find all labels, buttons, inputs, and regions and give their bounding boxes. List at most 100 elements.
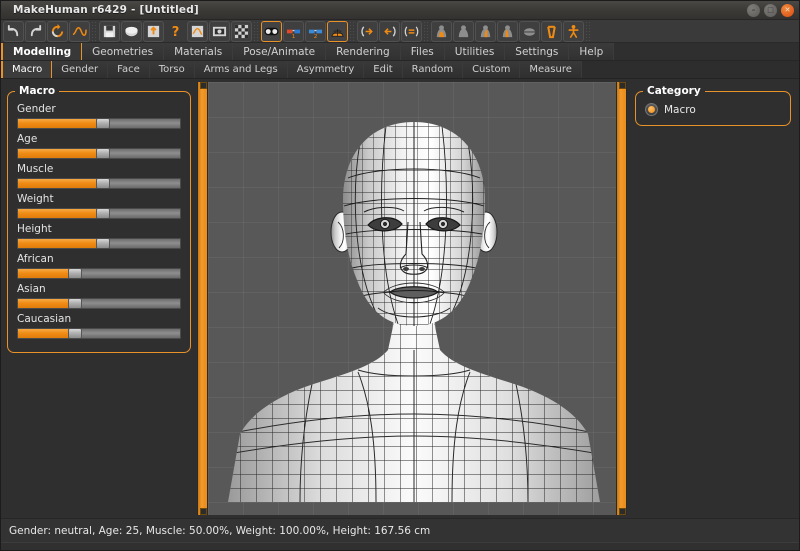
right-splitter-handle-bottom-icon[interactable] <box>619 508 626 515</box>
slider-row-age: Age <box>17 133 181 159</box>
svg-text:1: 1 <box>292 34 296 39</box>
slider-handle[interactable] <box>68 328 82 339</box>
view-back-head-icon[interactable] <box>453 21 474 42</box>
slider-handle[interactable] <box>96 238 110 249</box>
subtab-gender[interactable]: Gender <box>52 61 108 78</box>
texture-icon[interactable] <box>231 21 252 42</box>
subtab-asymmetry[interactable]: Asymmetry <box>288 61 365 78</box>
tab-modelling[interactable]: Modelling <box>1 43 82 60</box>
slider-gender[interactable] <box>17 118 181 129</box>
subtab-random[interactable]: Random <box>403 61 463 78</box>
slider-row-asian: Asian <box>17 283 181 309</box>
slider-handle[interactable] <box>68 268 82 279</box>
mesh-head <box>328 112 508 342</box>
subtab-custom[interactable]: Custom <box>463 61 520 78</box>
subtab-face[interactable]: Face <box>108 61 150 78</box>
slider-african[interactable] <box>17 268 181 279</box>
view-top-icon[interactable] <box>519 21 540 42</box>
slider-fill <box>18 209 99 218</box>
category-option-macro[interactable]: Macro <box>645 103 781 116</box>
toolbar-separator <box>585 21 592 42</box>
slider-age[interactable] <box>17 148 181 159</box>
right-splitter[interactable] <box>616 82 627 515</box>
view-body-icon[interactable] <box>563 21 584 42</box>
right-splitter-handle-top-icon[interactable] <box>619 82 626 89</box>
tab-help[interactable]: Help <box>569 43 614 60</box>
view-front-face-icon[interactable] <box>431 21 452 42</box>
toolbar-separator <box>91 21 98 42</box>
tab-files[interactable]: Files <box>401 43 445 60</box>
main-tab-filler <box>614 43 799 60</box>
maximize-button[interactable]: □ <box>764 4 777 17</box>
slider-label-caucasian: Caucasian <box>17 313 181 326</box>
slider-handle[interactable] <box>96 118 110 129</box>
help-icon[interactable]: ? <box>165 21 186 42</box>
slider-fill <box>18 119 99 128</box>
slider-row-caucasian: Caucasian <box>17 313 181 339</box>
window-controls: – □ ✕ <box>747 4 794 17</box>
radio-button-icon[interactable] <box>645 103 658 116</box>
human-mesh-model[interactable] <box>208 82 616 502</box>
subtab-arms-and-legs[interactable]: Arms and Legs <box>195 61 288 78</box>
tab-materials[interactable]: Materials <box>164 43 233 60</box>
toolbar-separator <box>349 21 356 42</box>
tab-geometries[interactable]: Geometries <box>82 43 164 60</box>
redo-icon[interactable] <box>25 21 46 42</box>
subtab-torso[interactable]: Torso <box>150 61 195 78</box>
smooth-icon[interactable] <box>69 21 90 42</box>
slider-handle[interactable] <box>68 298 82 309</box>
makehuman-window: MakeHuman r6429 - [Untitled] – □ ✕ ?12 M… <box>0 0 800 551</box>
close-icon: ✕ <box>785 7 791 14</box>
slider-handle[interactable] <box>96 178 110 189</box>
symmetry-left-icon[interactable] <box>379 21 400 42</box>
subtab-edit[interactable]: Edit <box>364 61 402 78</box>
undo-icon[interactable] <box>3 21 24 42</box>
slider-handle[interactable] <box>96 148 110 159</box>
slider-muscle[interactable] <box>17 178 181 189</box>
stereo-1-icon[interactable]: 1 <box>283 21 304 42</box>
3d-viewport[interactable] <box>208 82 616 515</box>
load-icon[interactable] <box>121 21 142 42</box>
reset-mesh-icon[interactable] <box>47 21 68 42</box>
save-icon[interactable] <box>99 21 120 42</box>
slider-fill <box>18 149 99 158</box>
view-right-icon[interactable] <box>497 21 518 42</box>
slider-label-gender: Gender <box>17 103 181 116</box>
toolbar-group-5 <box>431 21 584 42</box>
toolbar-group-1 <box>3 21 90 42</box>
symmetry-icon[interactable] <box>401 21 422 42</box>
tab-pose-animate[interactable]: Pose/Animate <box>233 43 326 60</box>
slider-weight[interactable] <box>17 208 181 219</box>
splitter-handle-top-icon[interactable] <box>200 82 207 89</box>
slider-fill <box>18 329 71 338</box>
mesh-torso <box>208 322 616 502</box>
slider-handle[interactable] <box>96 208 110 219</box>
tab-utilities[interactable]: Utilities <box>445 43 506 60</box>
macro-group-title: Macro <box>15 85 59 97</box>
slider-height[interactable] <box>17 238 181 249</box>
view-legs-icon[interactable] <box>541 21 562 42</box>
macro-group-box: Macro GenderAgeMuscleWeightHeightAfrican… <box>7 91 191 353</box>
radio-selected-dot-icon <box>648 106 655 113</box>
symmetry-right-icon[interactable] <box>357 21 378 42</box>
slider-label-muscle: Muscle <box>17 163 181 176</box>
slider-caucasian[interactable] <box>17 328 181 339</box>
export-icon[interactable] <box>143 21 164 42</box>
close-button[interactable]: ✕ <box>781 4 794 17</box>
smoothing-toggle-icon[interactable] <box>261 21 282 42</box>
subtab-measure[interactable]: Measure <box>520 61 582 78</box>
subtab-macro[interactable]: Macro <box>1 61 52 78</box>
left-splitter[interactable] <box>197 82 208 515</box>
background-icon[interactable] <box>209 21 230 42</box>
wireframe-icon[interactable] <box>327 21 348 42</box>
slider-asian[interactable] <box>17 298 181 309</box>
tab-settings[interactable]: Settings <box>505 43 569 60</box>
minimize-button[interactable]: – <box>747 4 760 17</box>
view-left-icon[interactable] <box>475 21 496 42</box>
tab-rendering[interactable]: Rendering <box>326 43 401 60</box>
stereo-2-icon[interactable]: 2 <box>305 21 326 42</box>
splitter-handle-bottom-icon[interactable] <box>200 508 207 515</box>
slider-fill <box>18 239 99 248</box>
grab-screen-icon[interactable] <box>187 21 208 42</box>
slider-row-gender: Gender <box>17 103 181 129</box>
